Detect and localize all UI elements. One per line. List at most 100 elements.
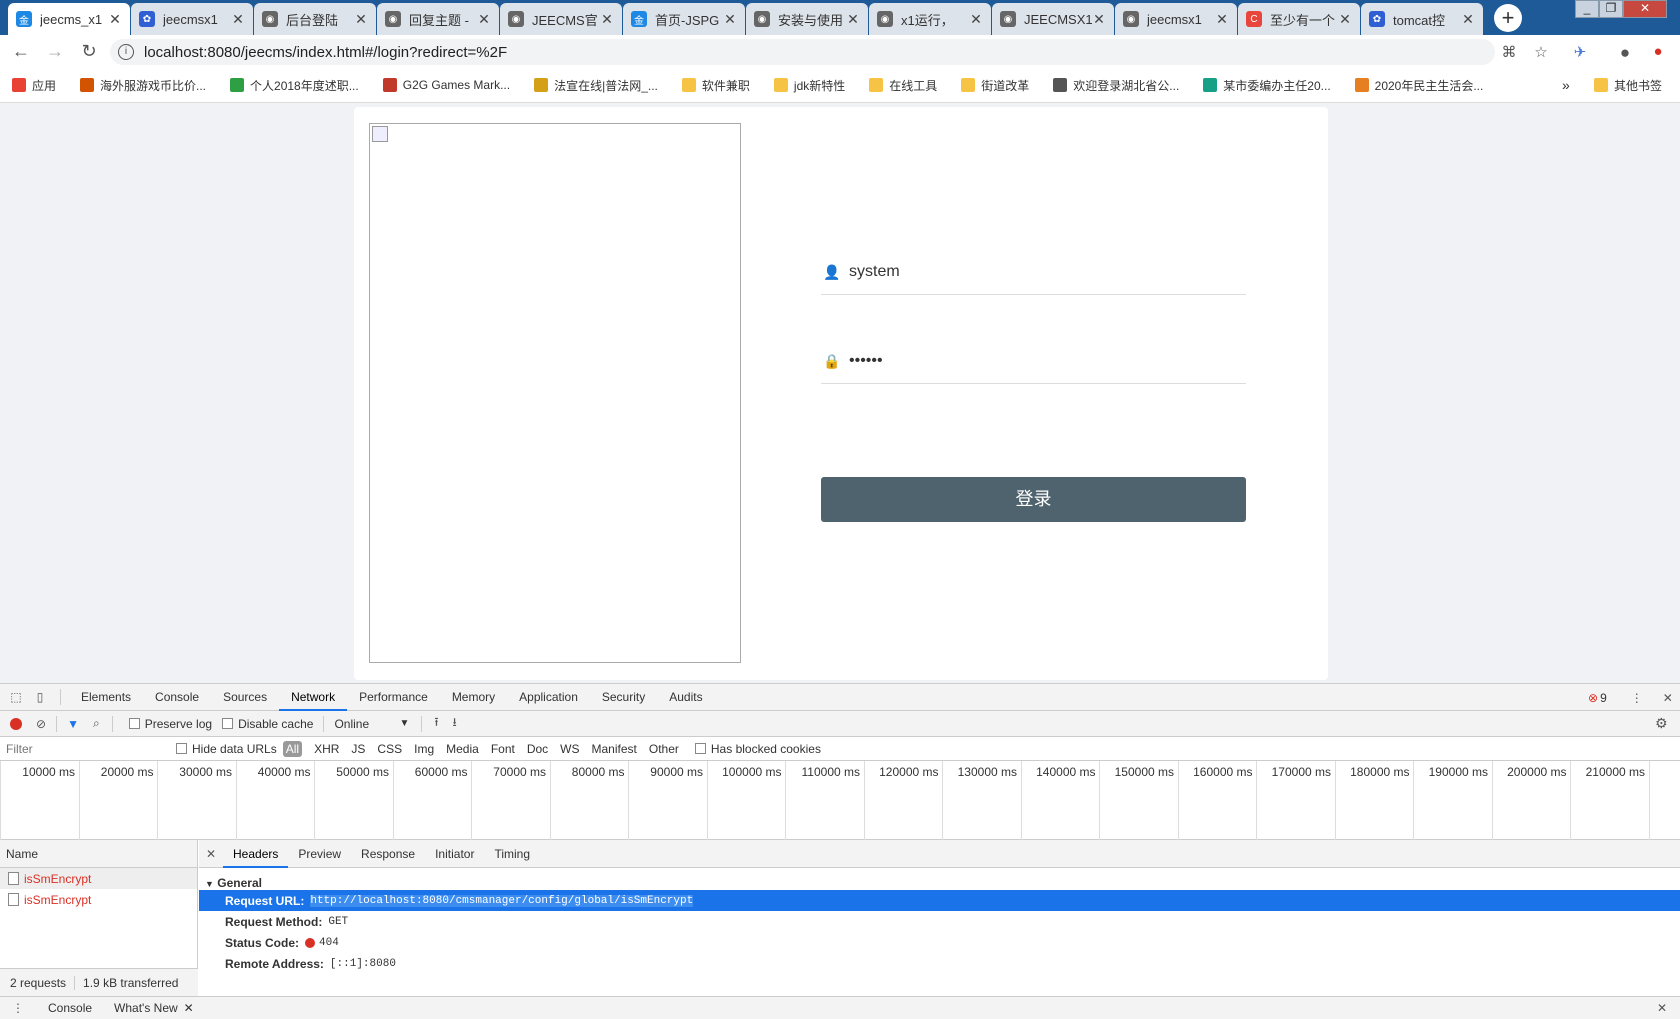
bookmark-item[interactable]: 软件兼职: [682, 77, 750, 94]
close-devtools-icon[interactable]: ✕: [1663, 691, 1673, 705]
tab-8[interactable]: ◉JEECMSX1✕: [992, 3, 1114, 35]
tab-11[interactable]: ✿tomcat控✕: [1361, 3, 1483, 35]
close-tab-icon[interactable]: ✕: [1461, 11, 1475, 28]
filter-type-other[interactable]: Other: [649, 742, 679, 756]
hide-data-urls-checkbox[interactable]: [176, 743, 187, 754]
close-whats-new-icon[interactable]: ✕: [184, 1001, 194, 1015]
export-har-icon[interactable]: ⭳: [453, 713, 457, 734]
detail-tab-preview[interactable]: Preview: [288, 840, 351, 868]
devtools-tab-console[interactable]: Console: [143, 684, 211, 711]
close-tab-icon[interactable]: ✕: [108, 11, 122, 28]
devtools-tab-security[interactable]: Security: [590, 684, 657, 711]
device-toolbar-icon[interactable]: ▯: [28, 690, 52, 704]
general-row[interactable]: Remote Address:[::1]:8080: [199, 953, 1680, 974]
tab-4[interactable]: ◉JEECMS官✕: [500, 3, 622, 35]
devtools-tab-memory[interactable]: Memory: [440, 684, 507, 711]
devtools-tab-network[interactable]: Network: [279, 684, 347, 711]
filter-type-xhr[interactable]: XHR: [314, 742, 339, 756]
drawer-tab-console[interactable]: Console: [48, 1001, 92, 1015]
bookmark-item[interactable]: 应用: [12, 77, 56, 94]
minimize-button[interactable]: _: [1575, 0, 1599, 18]
bookmark-item[interactable]: 法宣在线|普法网_...: [534, 77, 658, 94]
filter-type-font[interactable]: Font: [491, 742, 515, 756]
general-row[interactable]: Request URL:http://localhost:8080/cmsman…: [199, 890, 1680, 911]
filter-input[interactable]: [6, 742, 166, 756]
error-icon[interactable]: ⊗: [1588, 691, 1598, 705]
inspect-icon[interactable]: ⬚: [4, 690, 28, 704]
bookmark-item[interactable]: jdk新特性: [774, 77, 845, 94]
filter-type-media[interactable]: Media: [446, 742, 479, 756]
name-column-header[interactable]: Name: [0, 840, 197, 868]
close-tab-icon[interactable]: ✕: [1338, 11, 1352, 28]
bookmark-item[interactable]: 街道改革: [961, 77, 1029, 94]
bookmark-star-icon[interactable]: ☆: [1531, 43, 1551, 61]
tab-2[interactable]: ◉后台登陆✕: [254, 3, 376, 35]
username-input[interactable]: [849, 263, 1229, 281]
bookmark-item[interactable]: 某市委编办主任20...: [1203, 77, 1330, 94]
bookmark-item[interactable]: 海外服游戏币比价...: [80, 77, 206, 94]
close-detail-icon[interactable]: ✕: [199, 847, 223, 861]
extension-red-icon[interactable]: ●: [1648, 43, 1668, 60]
profile-icon[interactable]: ●: [1615, 43, 1635, 63]
bookmark-item[interactable]: 个人2018年度述职...: [230, 77, 359, 94]
close-tab-icon[interactable]: ✕: [969, 11, 983, 28]
close-drawer-icon[interactable]: ✕: [1657, 1001, 1667, 1015]
general-section-header[interactable]: ▼ General: [199, 868, 1680, 890]
tab-7[interactable]: ◉x1运行，✕: [869, 3, 991, 35]
forward-icon[interactable]: →: [42, 41, 68, 62]
devtools-tab-elements[interactable]: Elements: [69, 684, 143, 711]
record-icon[interactable]: [10, 718, 22, 730]
tab-0[interactable]: 金jeecms_x1✕: [8, 3, 130, 35]
close-tab-icon[interactable]: ✕: [723, 11, 737, 28]
general-row[interactable]: Status Code:404: [199, 932, 1680, 953]
close-tab-icon[interactable]: ✕: [600, 11, 614, 28]
tab-10[interactable]: C至少有一个✕: [1238, 3, 1360, 35]
filter-type-doc[interactable]: Doc: [527, 742, 548, 756]
other-bookmarks[interactable]: 其他书签: [1594, 77, 1662, 94]
filter-icon[interactable]: ▼: [67, 717, 79, 731]
chevron-down-icon[interactable]: ▼: [399, 718, 409, 729]
filter-type-ws[interactable]: WS: [560, 742, 579, 756]
has-blocked-cookies-checkbox[interactable]: [695, 743, 706, 754]
close-tab-icon[interactable]: ✕: [1092, 11, 1106, 28]
filter-type-js[interactable]: JS: [351, 742, 365, 756]
password-field[interactable]: 🔒: [821, 338, 1246, 384]
detail-tab-timing[interactable]: Timing: [484, 840, 540, 868]
throttle-select[interactable]: Online: [334, 717, 399, 731]
close-tab-icon[interactable]: ✕: [846, 11, 860, 28]
request-row[interactable]: isSmEncrypt: [0, 868, 197, 889]
devtools-tab-sources[interactable]: Sources: [211, 684, 279, 711]
translate-icon[interactable]: ⌘: [1499, 43, 1519, 61]
devtools-tab-application[interactable]: Application: [507, 684, 590, 711]
import-har-icon[interactable]: ⭱: [434, 713, 438, 734]
maximize-button[interactable]: ❐: [1599, 0, 1623, 18]
tab-1[interactable]: ✿jeecmsx1✕: [131, 3, 253, 35]
clear-icon[interactable]: ⊘: [36, 717, 46, 731]
error-count[interactable]: 9: [1600, 691, 1607, 705]
filter-type-img[interactable]: Img: [414, 742, 434, 756]
search-icon[interactable]: ⌕: [93, 716, 100, 731]
tab-3[interactable]: ◉回复主题 -✕: [377, 3, 499, 35]
info-icon[interactable]: i: [118, 44, 134, 60]
address-bar[interactable]: i localhost:8080/jeecms/index.html#/logi…: [110, 39, 1495, 65]
close-tab-icon[interactable]: ✕: [231, 11, 245, 28]
bookmarks-overflow-icon[interactable]: »: [1562, 77, 1570, 93]
detail-tab-initiator[interactable]: Initiator: [425, 840, 484, 868]
close-window-button[interactable]: ✕: [1623, 0, 1667, 18]
bookmark-item[interactable]: 在线工具: [869, 77, 937, 94]
login-button[interactable]: 登录: [821, 477, 1246, 522]
drawer-menu-icon[interactable]: ⋮: [12, 1001, 24, 1015]
close-tab-icon[interactable]: ✕: [354, 11, 368, 28]
request-row[interactable]: isSmEncrypt: [0, 889, 197, 910]
filter-type-css[interactable]: CSS: [377, 742, 402, 756]
close-tab-icon[interactable]: ✕: [477, 11, 491, 28]
bookmark-item[interactable]: 2020年民主生活会...: [1355, 77, 1484, 94]
bookmark-item[interactable]: G2G Games Mark...: [383, 78, 510, 92]
close-tab-icon[interactable]: ✕: [1215, 11, 1229, 28]
username-field[interactable]: 👤: [821, 249, 1246, 295]
filter-type-manifest[interactable]: Manifest: [592, 742, 637, 756]
reload-icon[interactable]: ↻: [76, 41, 102, 62]
more-menu-icon[interactable]: ⋮: [1631, 691, 1643, 705]
back-icon[interactable]: ←: [8, 41, 34, 62]
devtools-tab-performance[interactable]: Performance: [347, 684, 440, 711]
